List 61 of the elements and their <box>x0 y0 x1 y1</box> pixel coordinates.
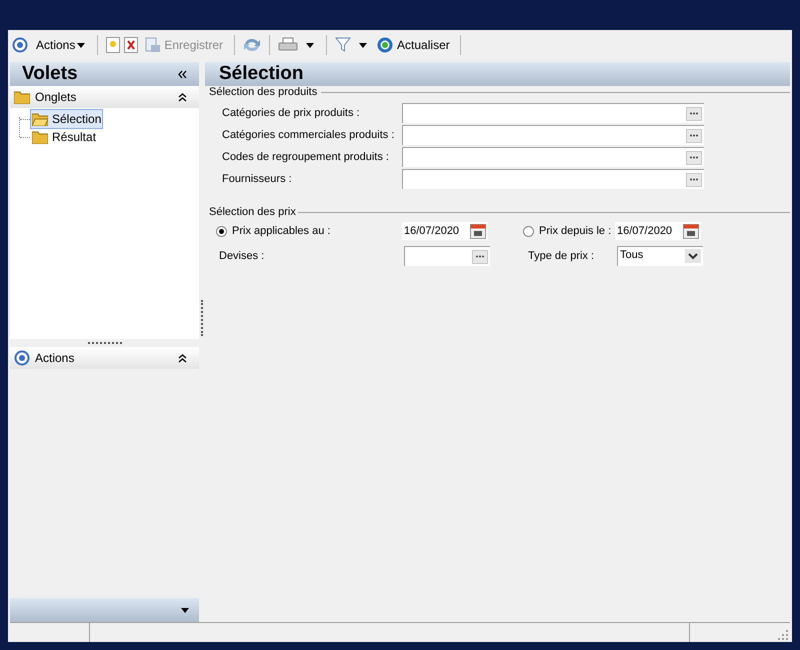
caret-icon <box>181 608 189 612</box>
collapse-left-icon[interactable] <box>178 70 187 78</box>
input-field[interactable] <box>402 169 704 189</box>
delete-document-icon[interactable] <box>124 37 138 53</box>
target-icon <box>12 37 28 53</box>
ellipsis-icon <box>689 134 699 137</box>
field-label: Catégories de prix produits : <box>221 106 361 121</box>
browse-button[interactable] <box>472 250 488 264</box>
panel-title: Volets <box>22 62 78 86</box>
filter-icon[interactable] <box>335 37 352 53</box>
target-icon <box>14 350 30 366</box>
actions-menu[interactable]: Actions <box>32 36 90 54</box>
dropdown[interactable]: Tous <box>617 246 703 266</box>
splitter-handle[interactable] <box>201 300 203 336</box>
group-title: Actions <box>35 350 74 367</box>
tree-item[interactable]: Sélection <box>30 109 104 129</box>
ellipsis-icon <box>689 112 699 115</box>
input-field[interactable] <box>402 103 704 123</box>
calendar-icon[interactable] <box>470 224 486 238</box>
collapse-icon[interactable] <box>178 354 187 362</box>
input-field[interactable] <box>402 147 704 167</box>
save-icon <box>145 37 162 53</box>
ellipsis-icon <box>689 178 699 181</box>
input-field[interactable] <box>404 246 490 266</box>
new-document-icon[interactable] <box>106 37 120 53</box>
radio-label: Prix applicables au : <box>232 224 330 239</box>
caret-icon <box>306 42 314 48</box>
tree-item[interactable]: Résultat <box>30 127 98 147</box>
caret-icon <box>77 42 86 48</box>
field-label: Fournisseurs : <box>221 172 293 187</box>
field-label: Devises : <box>218 248 266 264</box>
content-title: Sélection <box>219 62 304 86</box>
group-header[interactable]: Onglets <box>10 86 199 108</box>
section-title: Sélection des prix <box>209 204 297 220</box>
browse-button[interactable] <box>686 128 702 142</box>
refresh-icon <box>377 37 394 53</box>
resize-grip-icon[interactable] <box>778 630 788 640</box>
date-field[interactable]: 16/07/2020 <box>615 222 701 240</box>
calendar-icon[interactable] <box>683 224 699 238</box>
printer-icon[interactable] <box>278 37 298 53</box>
collapse-icon[interactable] <box>178 92 187 102</box>
input-field[interactable] <box>402 125 704 145</box>
field-label: Type de prix : <box>527 248 596 264</box>
field-label: Codes de regroupement produits : <box>221 150 390 165</box>
caret-icon <box>359 42 368 48</box>
browse-button[interactable] <box>686 150 702 164</box>
browse-button[interactable] <box>686 106 702 120</box>
folder-icon <box>14 90 30 104</box>
browse-button[interactable] <box>686 172 702 186</box>
refresh-button[interactable]: Actualiser <box>375 36 452 54</box>
group-header[interactable]: Actions <box>10 347 199 369</box>
group-title: Onglets <box>35 89 76 106</box>
ellipsis-icon <box>475 255 485 258</box>
ellipsis-icon <box>689 156 699 159</box>
radio-label: Prix depuis le : <box>539 224 612 239</box>
folder-icon <box>32 112 48 126</box>
radio-button[interactable] <box>523 226 534 236</box>
radio-button[interactable] <box>216 226 227 236</box>
field-label: Catégories commerciales produits : <box>221 128 396 143</box>
section-title: Sélection des produits <box>209 84 318 100</box>
date-field[interactable]: 16/07/2020 <box>402 222 488 240</box>
